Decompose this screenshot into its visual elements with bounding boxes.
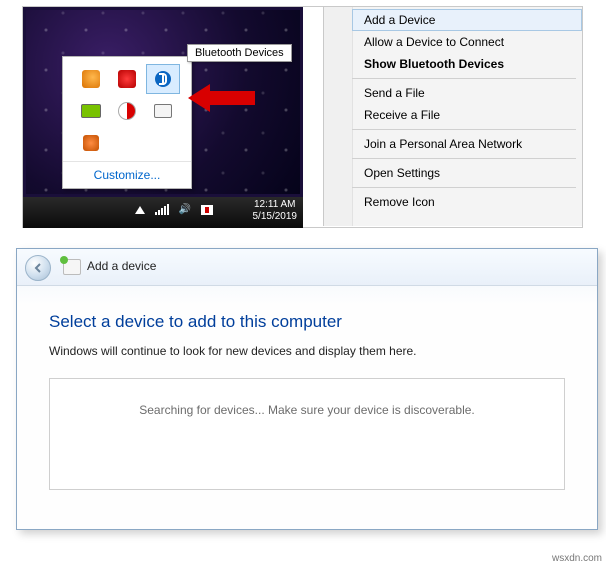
menu-item-join-a-personal-area-network[interactable]: Join a Personal Area Network	[352, 133, 582, 155]
customize-link[interactable]: Customize...	[63, 161, 191, 188]
page-subtext: Windows will continue to look for new de…	[49, 344, 565, 358]
orange-app-icon[interactable]	[75, 129, 107, 157]
window-header: Add a device	[17, 249, 597, 286]
action-center-icon[interactable]	[201, 205, 213, 215]
notification-tray-popup: Customize...	[62, 56, 192, 189]
network-icon[interactable]	[155, 205, 169, 215]
battery-icon[interactable]	[75, 97, 107, 125]
volume-icon[interactable]: 🔊	[179, 204, 191, 215]
clock-date: 5/15/2019	[253, 211, 298, 223]
menu-item-allow-a-device-to-connect[interactable]: Allow a Device to Connect	[352, 31, 582, 53]
taskbar-clock[interactable]: 12:11 AM 5/15/2019	[253, 199, 298, 223]
fox-icon[interactable]	[75, 65, 107, 93]
ccleaner-icon[interactable]	[111, 97, 143, 125]
menu-separator	[352, 129, 576, 130]
menu-item-open-settings[interactable]: Open Settings	[352, 162, 582, 184]
bluetooth-context-menu: Add a DeviceAllow a Device to ConnectSho…	[323, 7, 582, 226]
menu-item-show-bluetooth-devices[interactable]: Show Bluetooth Devices	[352, 53, 582, 75]
menu-item-receive-a-file[interactable]: Receive a File	[352, 104, 582, 126]
add-device-icon	[63, 259, 81, 275]
back-button[interactable]	[25, 255, 51, 281]
clock-time: 12:11 AM	[253, 199, 298, 211]
device-list-panel: Searching for devices... Make sure your …	[49, 378, 565, 490]
watermark: wsxdn.com	[552, 553, 602, 564]
add-device-window: Add a device Select a device to add to t…	[16, 248, 598, 530]
red-pointer-arrow	[188, 84, 255, 112]
screen-icon[interactable]	[147, 97, 179, 125]
menu-item-send-a-file[interactable]: Send a File	[352, 82, 582, 104]
menu-separator	[352, 78, 576, 79]
menu-icon-strip	[324, 7, 353, 226]
tray-and-menu-screenshot: 🔊 12:11 AM 5/15/2019 Customize... Blueto…	[22, 6, 583, 228]
window-title: Add a device	[87, 259, 156, 273]
taskbar-tray: 🔊	[135, 204, 213, 215]
page-heading: Select a device to add to this computer	[49, 312, 565, 332]
menu-item-add-a-device[interactable]: Add a Device	[352, 9, 582, 31]
bluetooth-tooltip: Bluetooth Devices	[187, 44, 292, 62]
menu-item-remove-icon[interactable]: Remove Icon	[352, 191, 582, 213]
menu-separator	[352, 187, 576, 188]
searching-message: Searching for devices... Make sure your …	[50, 403, 564, 417]
airtel-icon[interactable]	[111, 65, 143, 93]
menu-separator	[352, 158, 576, 159]
show-hidden-icons-icon[interactable]	[135, 206, 145, 214]
bluetooth-icon[interactable]	[147, 65, 179, 93]
taskbar: 🔊 12:11 AM 5/15/2019	[23, 197, 303, 228]
